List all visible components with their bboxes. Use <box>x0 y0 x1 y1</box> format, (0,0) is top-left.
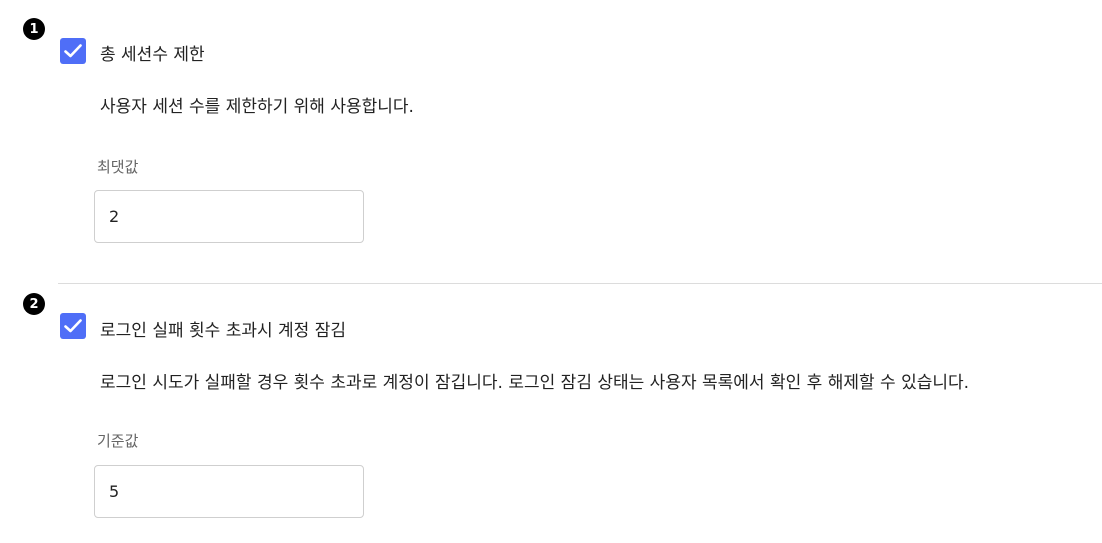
threshold-input[interactable] <box>94 465 364 518</box>
max-value-label: 최댓값 <box>97 158 139 176</box>
session-limit-checkbox[interactable] <box>60 38 86 64</box>
section-divider <box>58 283 1102 284</box>
login-lock-checkbox[interactable] <box>60 313 86 339</box>
session-limit-title: 총 세션수 제한 <box>100 45 205 65</box>
threshold-label: 기준값 <box>97 432 139 450</box>
step-badge-2: 2 <box>23 293 45 315</box>
login-lock-title: 로그인 실패 횟수 초과시 계정 잠김 <box>100 321 346 341</box>
login-lock-description: 로그인 시도가 실패할 경우 횟수 초과로 계정이 잠깁니다. 로그인 잠김 상… <box>100 373 970 393</box>
session-limit-description: 사용자 세션 수를 제한하기 위해 사용합니다. <box>100 97 414 117</box>
step-badge-1: 1 <box>23 18 45 40</box>
check-icon <box>64 319 82 333</box>
max-value-input[interactable] <box>94 190 364 243</box>
check-icon <box>64 44 82 58</box>
